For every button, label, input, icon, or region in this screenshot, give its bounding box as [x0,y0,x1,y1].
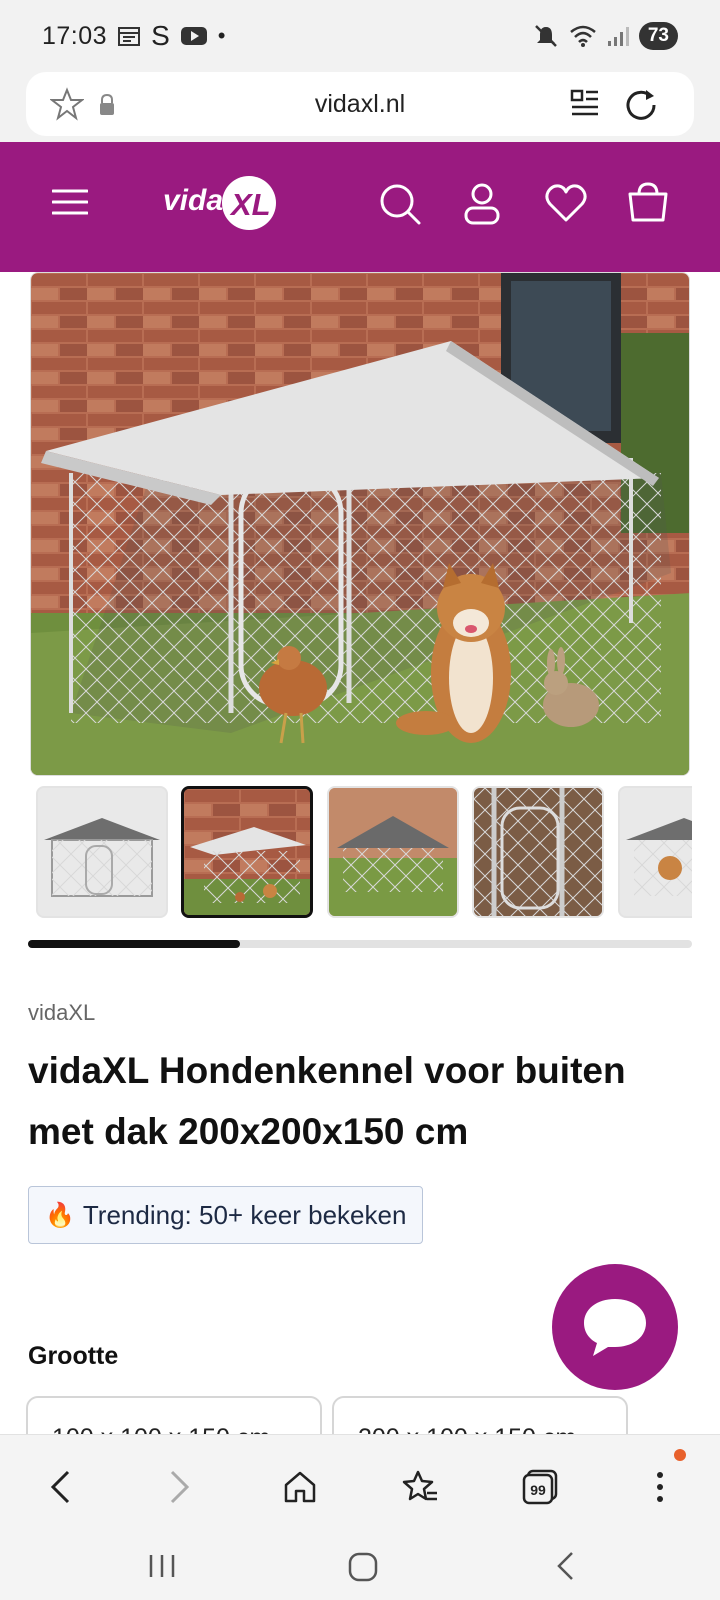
menu-icon[interactable] [52,186,88,218]
heart-icon[interactable] [544,182,588,224]
svg-text:vida: vida [163,184,223,217]
site-header: vida XL [0,142,720,272]
reload-icon[interactable] [624,87,658,121]
chat-button[interactable] [552,1264,678,1390]
account-icon[interactable] [462,182,502,226]
star-icon[interactable] [50,87,84,121]
notification-dot: • [217,23,226,48]
status-bar: 17:03 S • 73 [0,0,720,72]
kennel-scene [31,273,689,775]
product-title: vidaXL Hondenkennel voor buiten met dak … [28,1050,626,1152]
bookmarks-icon [402,1470,437,1501]
trending-badge: 🔥 Trending: 50+ keer bekeken [28,1186,424,1244]
bookmarks-button[interactable] [396,1463,444,1511]
size-label: Grootte [28,1342,119,1370]
back-icon [50,1470,70,1504]
thumbnail-5[interactable] [618,786,692,918]
signal-icon [607,27,629,46]
browser-toolbar: vidaxl.nl [0,72,720,142]
product-brand[interactable]: vidaXL [28,1000,95,1026]
home-button[interactable] [276,1463,324,1511]
address-bar[interactable]: vidaxl.nl [26,72,694,136]
tabs-count: 99 [530,1482,546,1498]
home-icon [284,1471,316,1503]
fire-icon: 🔥 [45,1201,75,1229]
chat-icon [584,1299,646,1356]
system-nav-bar [0,1538,720,1600]
search-icon[interactable] [378,182,422,226]
browser-bottom-nav: 99 [0,1434,720,1538]
lock-icon [100,94,114,115]
thumbnail-4[interactable] [472,786,604,918]
forward-icon [170,1470,190,1504]
product-main-image[interactable] [30,272,690,776]
gallery-scrollbar[interactable] [28,940,692,948]
notification-badge [674,1449,686,1461]
home-system-icon[interactable] [348,1552,378,1582]
svg-text:XL: XL [229,187,271,222]
s-app-icon: S [151,20,170,51]
thumbnail-1[interactable] [36,786,168,918]
mute-icon [534,25,557,47]
thumbnail-strip[interactable] [30,786,692,918]
gallery-scroll-thumb[interactable] [28,940,241,948]
tabs-icon: 99 [522,1469,558,1505]
back-button[interactable] [36,1463,84,1511]
wifi-icon [570,25,596,47]
recent-apps-icon[interactable] [148,1552,176,1580]
back-system-icon[interactable] [554,1550,576,1582]
status-time: 17:03 [42,21,108,50]
more-button[interactable] [636,1463,684,1511]
tabs-button[interactable]: 99 [516,1463,564,1511]
battery-indicator: 73 [638,22,678,50]
reader-mode-icon[interactable] [570,88,600,118]
trending-text: Trending: 50+ keer bekeken [82,1199,407,1230]
forward-button[interactable] [156,1463,204,1511]
basket-icon[interactable] [626,182,670,224]
thumbnail-3[interactable] [327,786,459,918]
youtube-icon [180,27,207,45]
thumbnail-2-selected[interactable] [181,786,313,918]
calendar-icon [118,27,141,46]
vidaxl-logo[interactable]: vida XL [160,172,284,236]
more-icon [657,1472,663,1502]
